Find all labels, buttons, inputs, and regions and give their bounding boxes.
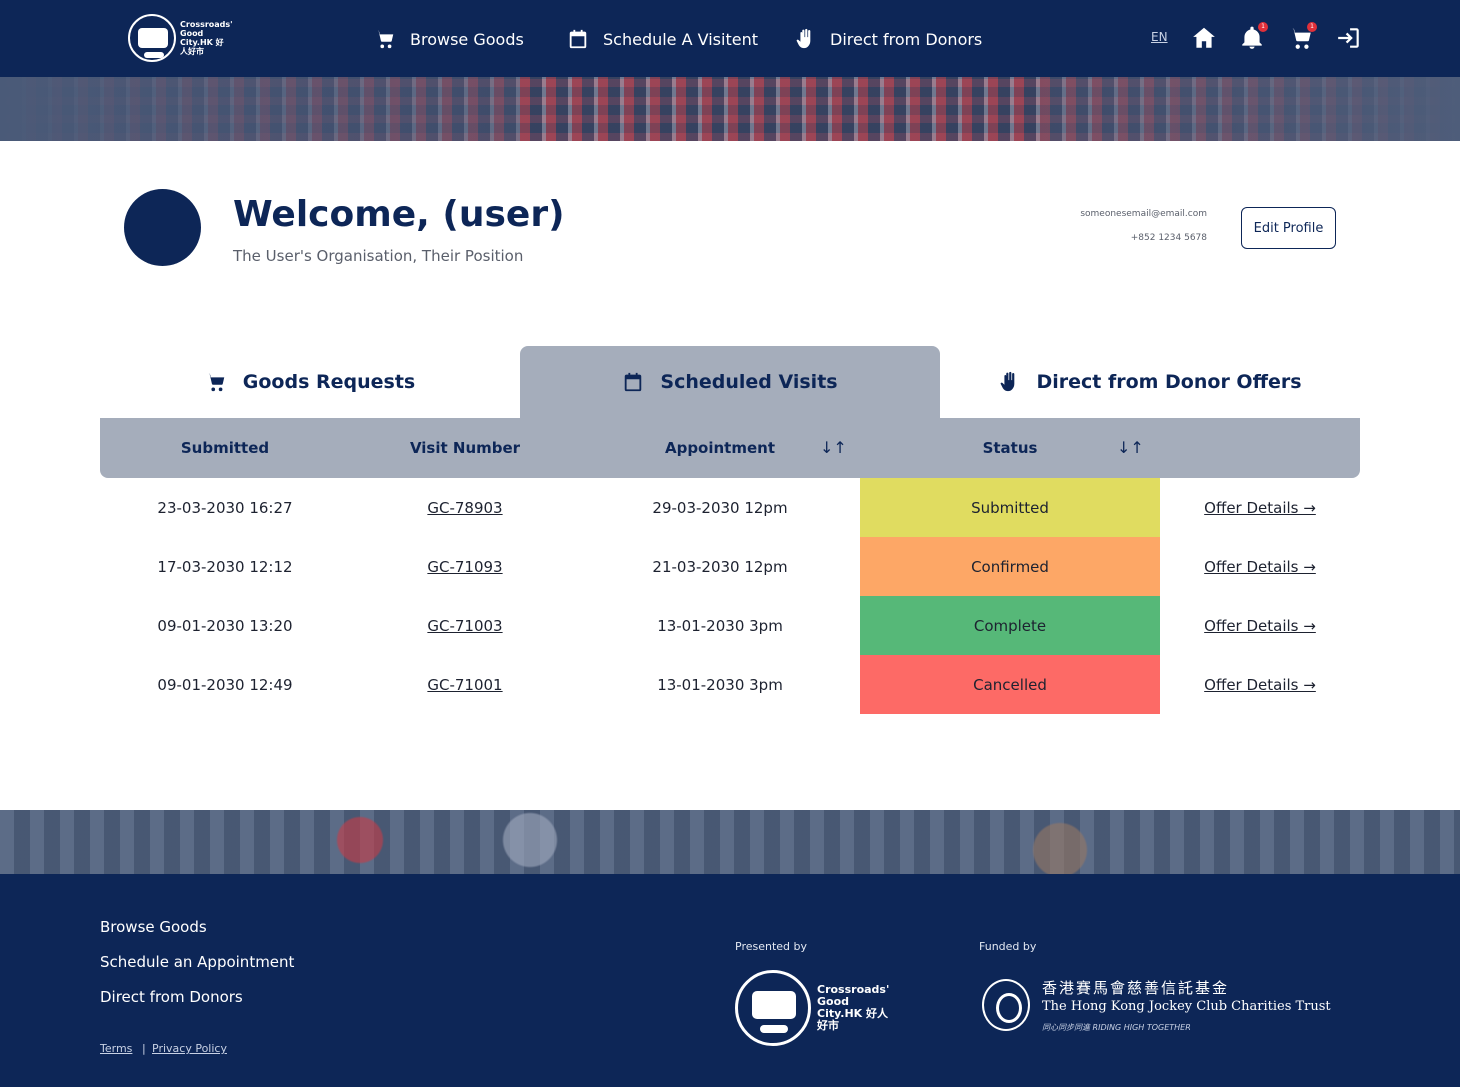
column-header-status[interactable]: Status bbox=[860, 418, 1160, 478]
user-phone: +852 1234 5678 bbox=[1130, 233, 1207, 243]
nav-direct-donors-label: Direct from Donors bbox=[830, 29, 983, 49]
cart-button[interactable]: 1 bbox=[1288, 22, 1317, 51]
tab-goods-requests[interactable]: Goods Requests bbox=[100, 346, 520, 418]
banner-image-top bbox=[0, 77, 1460, 141]
table-header: Submitted Visit Number Appointment ↓↑ St… bbox=[100, 418, 1360, 478]
calendar-icon bbox=[569, 29, 587, 49]
funded-by-caption: Funded by bbox=[979, 940, 1037, 953]
offer-details-link[interactable]: Offer Details → bbox=[1170, 537, 1350, 596]
nav-browse-goods-label: Browse Goods bbox=[410, 29, 524, 49]
hand-icon bbox=[796, 28, 811, 49]
hand-icon bbox=[1001, 371, 1015, 392]
cart-icon bbox=[375, 30, 394, 49]
privacy-policy-link[interactable]: Privacy Policy bbox=[152, 1042, 227, 1055]
column-header-visit-number: Visit Number bbox=[409, 439, 521, 457]
visit-number-link[interactable]: GC-71003 bbox=[350, 596, 580, 655]
footer-link-browse-goods[interactable]: Browse Goods bbox=[100, 918, 207, 936]
funder-name-chinese: 香港賽馬會慈善信託基金 bbox=[1042, 979, 1230, 997]
visit-number-link[interactable]: GC-71093 bbox=[350, 537, 580, 596]
logout-icon bbox=[1338, 28, 1359, 48]
user-email: someonesemail@email.com bbox=[1080, 209, 1207, 219]
status-badge: Complete bbox=[860, 596, 1160, 655]
terms-link[interactable]: Terms bbox=[100, 1042, 132, 1055]
logo[interactable]: Crossroads' Good City.HK 好人好市 bbox=[128, 12, 233, 64]
footer-separator: | bbox=[142, 1042, 146, 1055]
column-header-appointment[interactable]: Appointment bbox=[580, 418, 860, 478]
presented-by-caption: Presented by bbox=[735, 940, 808, 953]
column-header-submitted: Submitted bbox=[180, 439, 270, 457]
tab-scheduled-visits[interactable]: Scheduled Visits bbox=[520, 346, 940, 418]
logout-button[interactable] bbox=[1336, 25, 1362, 51]
tab-direct-donor-offers-label: Direct from Donor Offers bbox=[1036, 371, 1302, 393]
nav-direct-donors[interactable]: Direct from Donors bbox=[794, 24, 982, 54]
table-row: 09-01-2030 13:20 GC-71003 13-01-2030 3pm… bbox=[100, 596, 1360, 655]
funder-tagline: 同心同步同進 RIDING HIGH TOGETHER bbox=[1042, 1023, 1191, 1032]
cell-appointment: 13-01-2030 3pm bbox=[657, 675, 783, 694]
presenter-logo: Crossroads' Good City.HK 好人好市 bbox=[735, 968, 895, 1048]
banner-image-bottom bbox=[0, 810, 1460, 874]
funder-name-english: The Hong Kong Jockey Club Charities Trus… bbox=[1042, 999, 1331, 1014]
status-badge: Submitted bbox=[860, 478, 1160, 537]
cell-appointment: 21-03-2030 12pm bbox=[652, 557, 788, 576]
home-button[interactable] bbox=[1191, 25, 1217, 51]
presenter-logo-text: Crossroads' Good City.HK 好人好市 bbox=[817, 983, 890, 1032]
page-title: Welcome, (user) bbox=[233, 194, 565, 235]
sort-icon[interactable]: ↓↑ bbox=[1117, 438, 1144, 457]
edit-profile-button[interactable]: Edit Profile bbox=[1241, 207, 1336, 249]
tab-scheduled-visits-label: Scheduled Visits bbox=[660, 371, 838, 393]
cell-appointment: 13-01-2030 3pm bbox=[657, 616, 783, 635]
logo-text: Crossroads' Good City.HK 好人好市 bbox=[180, 20, 233, 56]
notifications-badge: 1 bbox=[1258, 22, 1268, 32]
user-organisation: The User's Organisation, Their Position bbox=[233, 247, 524, 265]
calendar-icon bbox=[625, 372, 642, 392]
visit-number-link[interactable]: GC-71001 bbox=[350, 655, 580, 714]
cart-badge: 1 bbox=[1307, 22, 1317, 32]
avatar bbox=[124, 189, 201, 266]
logo-icon bbox=[128, 14, 176, 62]
tab-direct-donor-offers[interactable]: Direct from Donor Offers bbox=[940, 346, 1360, 418]
offer-details-link[interactable]: Offer Details → bbox=[1170, 655, 1350, 714]
cell-submitted: 23-03-2030 16:27 bbox=[157, 498, 293, 517]
table-row: 17-03-2030 12:12 GC-71093 21-03-2030 12p… bbox=[100, 537, 1360, 596]
visit-number-link[interactable]: GC-78903 bbox=[350, 478, 580, 537]
footer-link-schedule[interactable]: Schedule an Appointment bbox=[100, 953, 294, 971]
tab-goods-requests-label: Goods Requests bbox=[242, 371, 416, 393]
status-badge: Confirmed bbox=[860, 537, 1160, 596]
cell-submitted: 17-03-2030 12:12 bbox=[157, 557, 293, 576]
sort-icon[interactable]: ↓↑ bbox=[820, 438, 847, 457]
cell-submitted: 09-01-2030 12:49 bbox=[157, 675, 293, 694]
footer-link-direct-donors[interactable]: Direct from Donors bbox=[100, 988, 243, 1006]
nav-schedule-visit[interactable]: Schedule A Visitent bbox=[567, 24, 758, 54]
notifications-button[interactable]: 1 bbox=[1239, 22, 1268, 51]
offer-details-link[interactable]: Offer Details → bbox=[1170, 596, 1350, 655]
nav-browse-goods[interactable]: Browse Goods bbox=[374, 24, 524, 54]
jockey-club-icon bbox=[982, 979, 1030, 1031]
cell-submitted: 09-01-2030 13:20 bbox=[157, 616, 293, 635]
home-icon bbox=[1193, 27, 1215, 48]
cell-appointment: 29-03-2030 12pm bbox=[652, 498, 788, 517]
nav-schedule-visit-label: Schedule A Visitent bbox=[603, 29, 758, 49]
language-switch[interactable]: EN bbox=[1151, 30, 1168, 44]
status-badge: Cancelled bbox=[860, 655, 1160, 714]
cart-icon bbox=[206, 373, 225, 392]
presenter-logo-icon bbox=[735, 970, 811, 1046]
table-row: 09-01-2030 12:49 GC-71001 13-01-2030 3pm… bbox=[100, 655, 1360, 714]
top-nav: Crossroads' Good City.HK 好人好市 Browse Goo… bbox=[0, 0, 1460, 77]
offer-details-link[interactable]: Offer Details → bbox=[1170, 478, 1350, 537]
table-row: 23-03-2030 16:27 GC-78903 29-03-2030 12p… bbox=[100, 478, 1360, 537]
funder-logo: 香港賽馬會慈善信託基金 The Hong Kong Jockey Club Ch… bbox=[982, 975, 1331, 1037]
